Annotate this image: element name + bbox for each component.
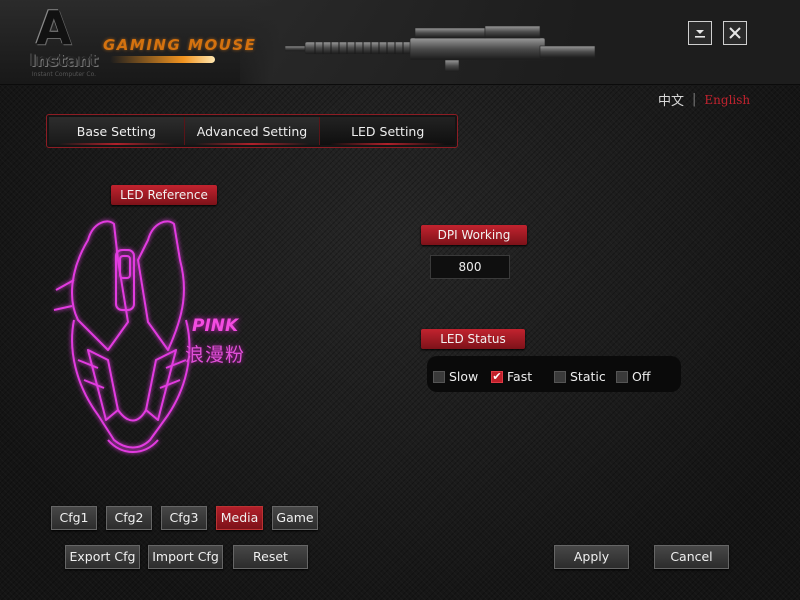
language-switcher: 中文 | English bbox=[658, 90, 750, 109]
close-icon bbox=[729, 27, 741, 39]
tab-led-setting[interactable]: LED Setting bbox=[320, 117, 456, 145]
cfg3-button[interactable]: Cfg3 bbox=[161, 506, 207, 530]
language-chinese[interactable]: 中文 bbox=[658, 90, 684, 109]
led-status-slow-checkbox[interactable]: Slow bbox=[433, 369, 478, 384]
apply-button[interactable]: Apply bbox=[554, 545, 629, 569]
language-english[interactable]: English bbox=[704, 93, 750, 107]
led-color-name-chinese: 浪漫粉 bbox=[185, 344, 246, 366]
led-status-off-label: Off bbox=[632, 369, 651, 384]
led-status-off-checkbox[interactable]: Off bbox=[616, 369, 650, 384]
logo-tagline: Instant Computer Co. bbox=[31, 71, 97, 78]
checkbox-icon bbox=[433, 370, 445, 383]
logo-brand-name: Instant bbox=[29, 51, 99, 71]
minimize-button[interactable] bbox=[688, 21, 712, 45]
dpi-working-label: DPI Working bbox=[421, 225, 527, 245]
led-status-fast-label: Fast bbox=[507, 369, 533, 384]
led-reference-label: LED Reference bbox=[111, 185, 217, 205]
language-separator: | bbox=[692, 92, 697, 107]
settings-tabs: Base Setting Advanced Setting LED Settin… bbox=[46, 114, 458, 148]
brand-logo: A Instant Instant Computer Co. bbox=[26, 5, 102, 81]
checkmark-icon: ✔ bbox=[491, 370, 503, 383]
led-status-static-checkbox[interactable]: Static bbox=[554, 369, 606, 384]
bullet-trail-decoration bbox=[110, 56, 215, 63]
logo-mark: A bbox=[36, 1, 72, 55]
import-config-button[interactable]: Import Cfg bbox=[148, 545, 223, 569]
tab-advanced-setting[interactable]: Advanced Setting bbox=[184, 117, 321, 145]
checkbox-icon bbox=[554, 370, 566, 383]
led-status-slow-label: Slow bbox=[449, 369, 479, 384]
tab-base-setting[interactable]: Base Setting bbox=[49, 117, 185, 145]
close-button[interactable] bbox=[723, 21, 747, 45]
reset-button[interactable]: Reset bbox=[233, 545, 308, 569]
led-color-name: PINK bbox=[192, 316, 239, 336]
cfg1-button[interactable]: Cfg1 bbox=[51, 506, 97, 530]
rifle-graphic bbox=[285, 25, 596, 73]
dpi-value-display: 800 bbox=[430, 255, 510, 279]
minimize-icon bbox=[695, 30, 705, 38]
export-config-button[interactable]: Export Cfg bbox=[65, 545, 140, 569]
led-status-fast-checkbox[interactable]: ✔ Fast bbox=[491, 369, 532, 384]
product-title: GAMING MOUSE bbox=[103, 36, 257, 54]
cfg2-button[interactable]: Cfg2 bbox=[106, 506, 152, 530]
media-config-button[interactable]: Media bbox=[216, 506, 263, 530]
checkbox-icon bbox=[616, 370, 628, 383]
game-config-button[interactable]: Game bbox=[272, 506, 318, 530]
led-status-label: LED Status bbox=[421, 329, 525, 349]
led-status-static-label: Static bbox=[570, 369, 606, 384]
cancel-button[interactable]: Cancel bbox=[654, 545, 729, 569]
